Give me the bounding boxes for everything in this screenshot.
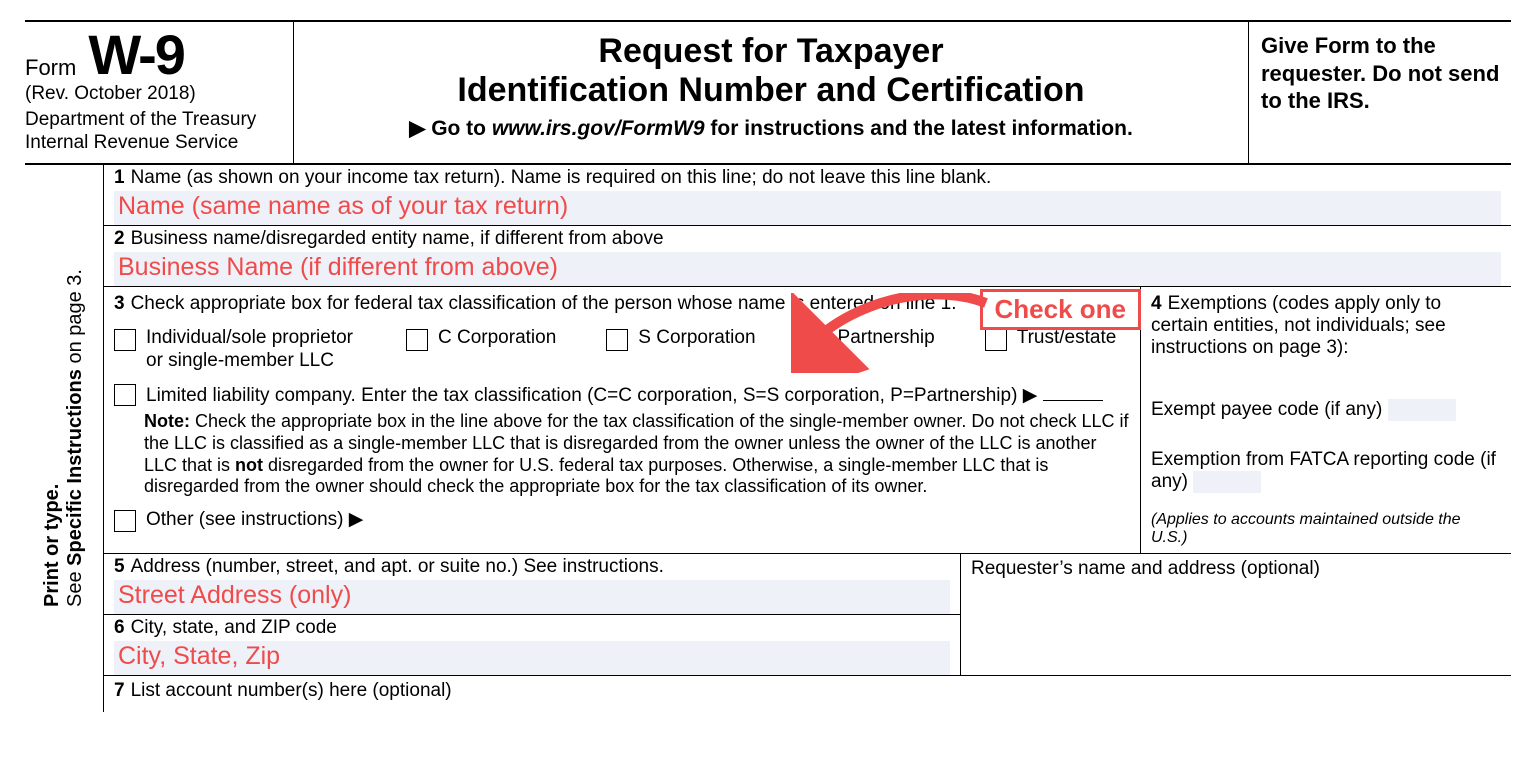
checkbox-row-1: Individual/sole proprietor or single-mem… — [114, 327, 1132, 373]
section-4: 4Exemptions (codes apply only to certain… — [1141, 287, 1511, 553]
line-1-input[interactable]: Name (same name as of your tax return) — [114, 191, 1501, 225]
fatca-row: Exemption from FATCA reporting code (if … — [1151, 449, 1501, 493]
goto-line: ▶ Go to www.irs.gov/FormW9 for instructi… — [304, 116, 1238, 141]
sec-5-6: 5Address (number, street, and apt. or su… — [104, 554, 1511, 676]
revision: (Rev. October 2018) — [25, 83, 285, 105]
exempt-payee-input[interactable] — [1388, 399, 1456, 421]
fatca-small: (Applies to accounts maintained outside … — [1151, 511, 1501, 547]
checkbox-icon — [606, 329, 628, 351]
form-code: W-9 — [88, 28, 184, 81]
sidebar-text: Print or type. See Specific Instructions… — [41, 269, 87, 607]
cb-trust[interactable]: Trust/estate — [985, 327, 1117, 351]
line-2: 2Business name/disregarded entity name, … — [104, 226, 1511, 287]
department: Department of the Treasury Internal Reve… — [25, 109, 285, 155]
header-center: Request for Taxpayer Identification Numb… — [294, 22, 1249, 163]
line-5-input[interactable]: Street Address (only) — [114, 580, 950, 614]
line-2-input[interactable]: Business Name (if different from above) — [114, 252, 1501, 286]
line-6: 6City, state, and ZIP code City, State, … — [104, 615, 960, 675]
cb-c-corp[interactable]: C Corporation — [406, 327, 556, 351]
title: Request for Taxpayer Identification Numb… — [304, 32, 1238, 110]
checkbox-icon — [114, 384, 136, 406]
fatca-code-input[interactable] — [1193, 471, 1261, 493]
main: 1Name (as shown on your income tax retur… — [104, 165, 1511, 712]
llc-note: Note: Check the appropriate box in the l… — [144, 411, 1132, 497]
requester-box[interactable]: Requester’s name and address (optional) — [961, 554, 1511, 675]
checkbox-icon — [985, 329, 1007, 351]
body: Print or type. See Specific Instructions… — [25, 165, 1511, 712]
sec-5-6-left: 5Address (number, street, and apt. or su… — [104, 554, 961, 675]
form-word: Form — [25, 55, 76, 81]
header-right: Give Form to the requester. Do not send … — [1249, 22, 1511, 163]
checkbox-icon — [114, 510, 136, 532]
exempt-payee-row: Exempt payee code (if any) — [1151, 399, 1501, 421]
header-left: Form W-9 (Rev. October 2018) Department … — [25, 22, 294, 163]
cb-individual[interactable]: Individual/sole proprietor or single-mem… — [114, 327, 356, 373]
llc-classification-input[interactable] — [1043, 382, 1103, 401]
cb-s-corp[interactable]: S Corporation — [606, 327, 755, 351]
header: Form W-9 (Rev. October 2018) Department … — [25, 22, 1511, 165]
form-w9: Form W-9 (Rev. October 2018) Department … — [25, 20, 1511, 712]
checkbox-icon — [114, 329, 136, 351]
sidebar: Print or type. See Specific Instructions… — [25, 165, 104, 712]
cb-partnership[interactable]: Partnership — [806, 327, 935, 351]
line-6-input[interactable]: City, State, Zip — [114, 641, 950, 675]
check-one-callout: Check one — [980, 289, 1142, 330]
line-5: 5Address (number, street, and apt. or su… — [104, 554, 960, 615]
sec-3-4: 3Check appropriate box for federal tax c… — [104, 287, 1511, 554]
checkbox-icon — [806, 329, 828, 351]
cb-llc[interactable]: Limited liability company. Enter the tax… — [114, 382, 1132, 407]
cb-other[interactable]: Other (see instructions) ▶ — [114, 508, 1132, 532]
checkbox-icon — [406, 329, 428, 351]
line-1: 1Name (as shown on your income tax retur… — [104, 165, 1511, 226]
line-7: 7List account number(s) here (optional) — [104, 676, 1511, 712]
